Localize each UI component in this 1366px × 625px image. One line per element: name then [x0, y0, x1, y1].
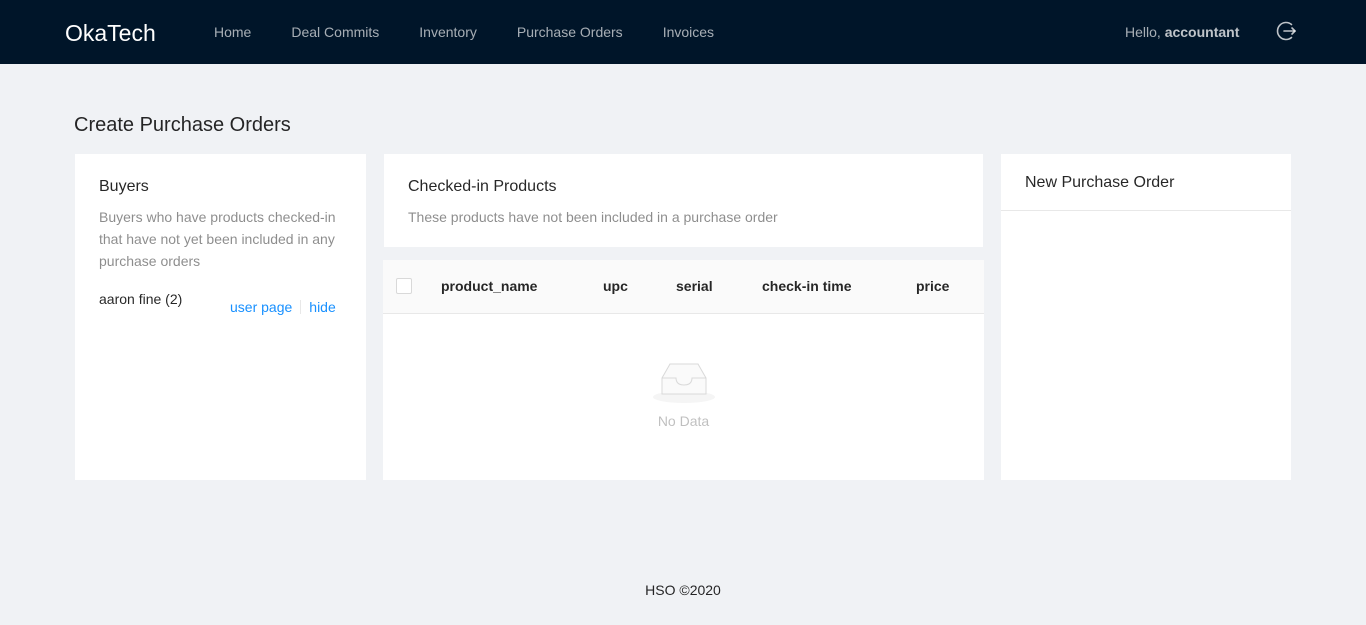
new-po-title: New Purchase Order: [1025, 174, 1175, 191]
top-header: OkaTech Home Deal Commits Inventory Purc…: [0, 0, 1366, 64]
nav-invoices[interactable]: Invoices: [643, 0, 734, 64]
column-check-in-time[interactable]: check-in time: [762, 260, 851, 313]
nav-purchase-orders[interactable]: Purchase Orders: [497, 0, 643, 64]
buyers-card: Buyers Buyers who have products checked-…: [75, 154, 366, 480]
select-all-checkbox[interactable]: [396, 278, 412, 294]
footer: HSO ©2020: [645, 582, 721, 598]
nav-home[interactable]: Home: [194, 0, 271, 64]
buyer-actions: user page hide: [230, 298, 336, 316]
main-nav: Home Deal Commits Inventory Purchase Ord…: [194, 0, 734, 64]
new-purchase-order-card: New Purchase Order: [1001, 154, 1291, 480]
brand-logo[interactable]: OkaTech: [65, 18, 156, 48]
action-divider: [300, 300, 302, 314]
checked-in-header-card: Checked-in Products These products have …: [384, 154, 983, 247]
empty-inbox-icon: [652, 360, 716, 404]
buyer-name: aaron fine (2): [99, 291, 183, 307]
nav-deal-commits[interactable]: Deal Commits: [271, 0, 399, 64]
column-price[interactable]: price: [916, 260, 949, 313]
nav-inventory[interactable]: Inventory: [399, 0, 497, 64]
column-upc[interactable]: upc: [603, 260, 628, 313]
user-page-link[interactable]: user page: [230, 298, 292, 316]
page-title: Create Purchase Orders: [74, 114, 291, 136]
checked-in-title: Checked-in Products: [408, 178, 557, 195]
user-greeting: Hello, accountant: [1125, 0, 1239, 64]
checked-in-description: These products have not been included in…: [408, 209, 778, 225]
column-serial[interactable]: serial: [676, 260, 713, 313]
hide-link[interactable]: hide: [309, 298, 335, 316]
column-product-name[interactable]: product_name: [441, 260, 537, 313]
username: accountant: [1164, 24, 1240, 40]
buyers-description: Buyers who have products checked-in that…: [99, 209, 336, 269]
buyers-title: Buyers: [99, 178, 149, 195]
checked-in-table: product_name upc serial check-in time pr…: [383, 260, 984, 480]
empty-text: No Data: [657, 413, 710, 429]
logout-icon[interactable]: [1274, 19, 1298, 43]
card-divider: [1001, 210, 1291, 211]
greeting-prefix: Hello,: [1125, 24, 1165, 40]
table-header: product_name upc serial check-in time pr…: [383, 260, 984, 314]
